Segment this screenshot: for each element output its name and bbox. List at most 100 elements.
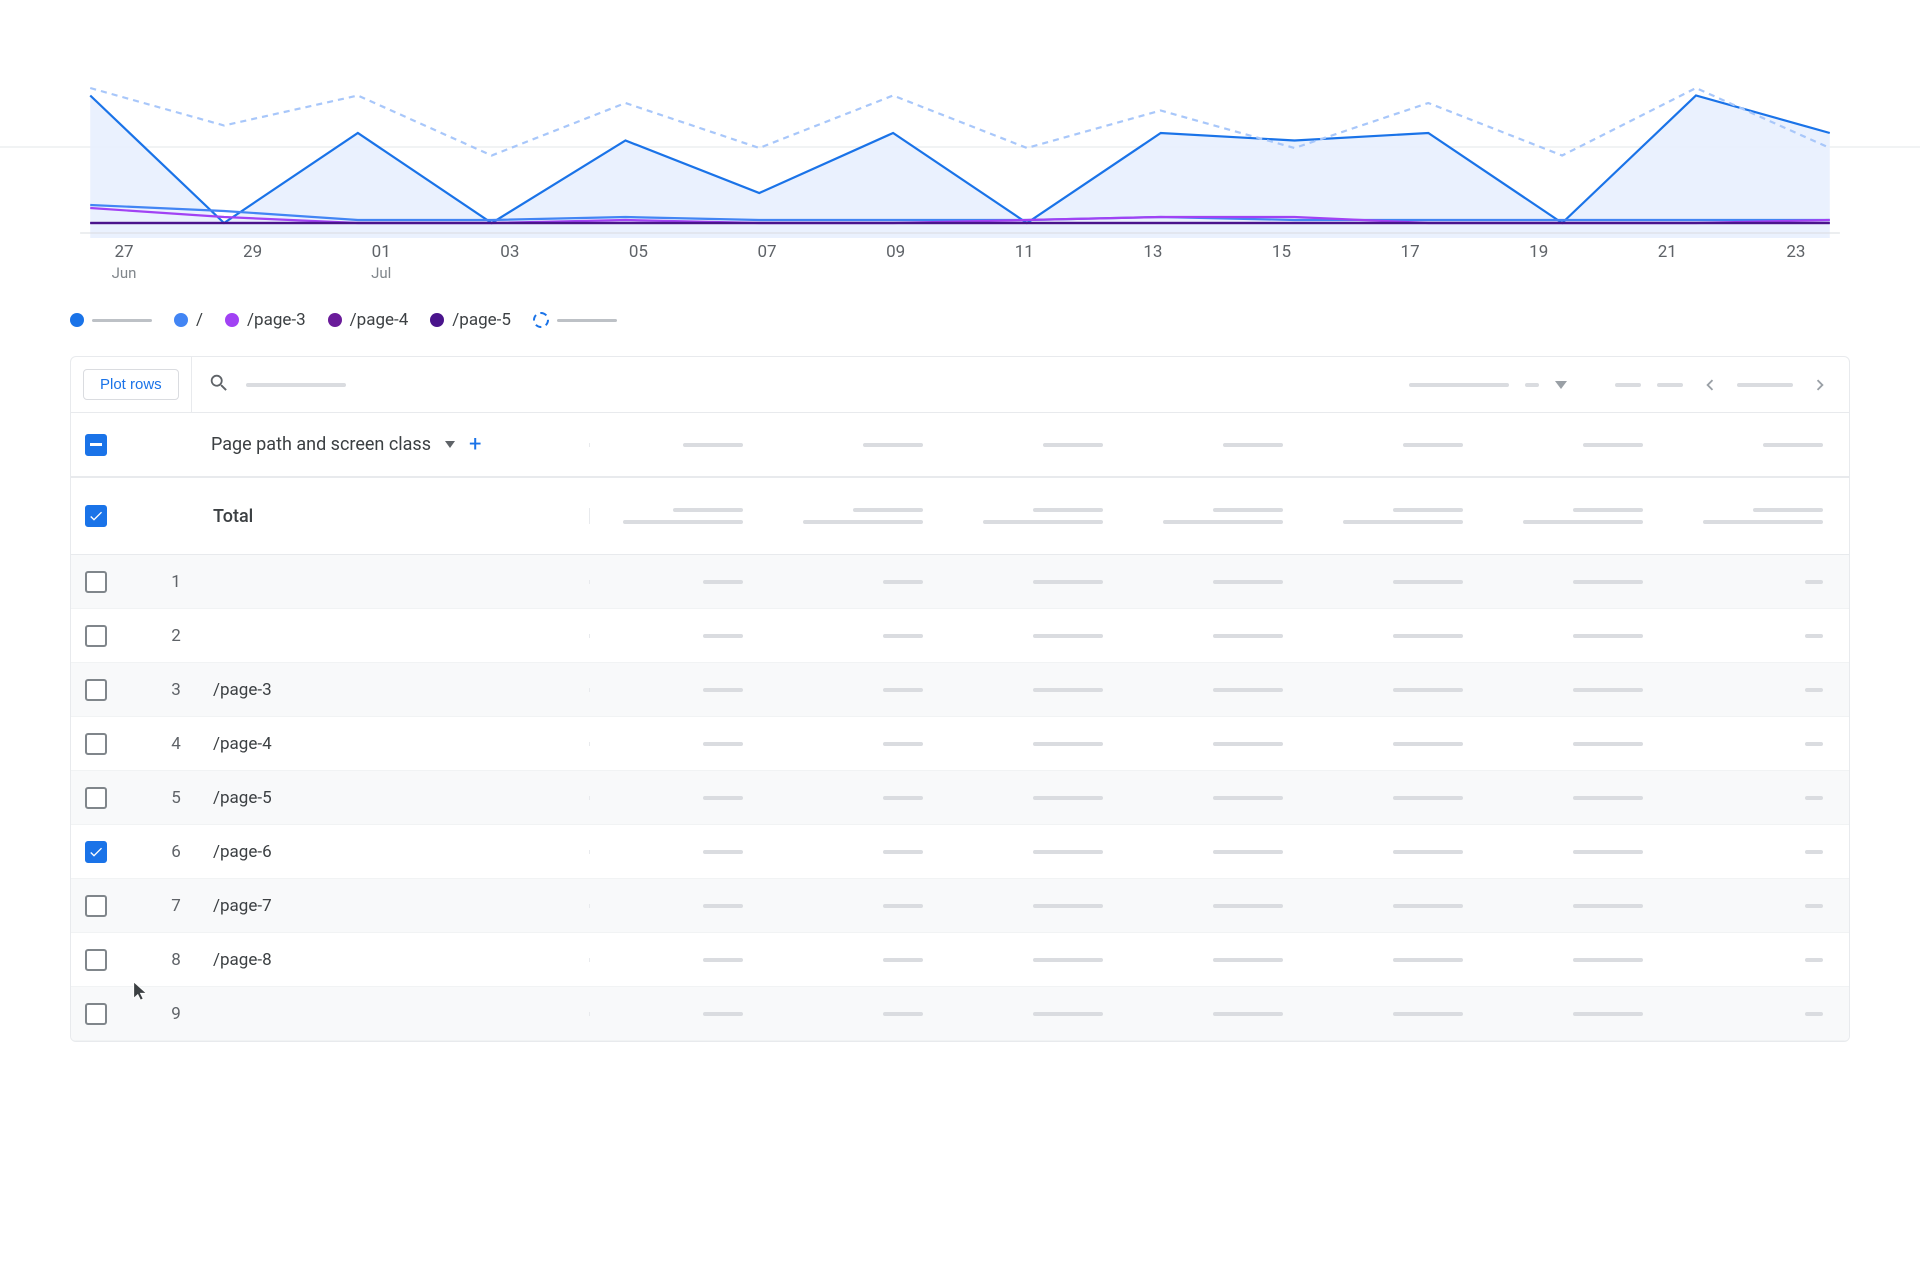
metric-cell [1489, 796, 1669, 800]
table-row[interactable]: 5/page-5 [71, 771, 1849, 825]
table-row[interactable]: 7/page-7 [71, 879, 1849, 933]
metric-cell [769, 1012, 949, 1016]
metric-cell [1309, 796, 1489, 800]
metric-cell [1669, 796, 1849, 800]
row-index: 5 [141, 788, 211, 808]
x-axis-tick: 27Jun [94, 242, 154, 282]
row-checkbox[interactable] [85, 895, 107, 917]
dashed-circle-icon [533, 312, 549, 328]
table-row[interactable]: 9 [71, 987, 1849, 1041]
table-row[interactable]: 3/page-3 [71, 663, 1849, 717]
legend-item-root: / [174, 310, 203, 330]
total-checkbox[interactable] [85, 505, 107, 527]
table-row[interactable]: 1 [71, 555, 1849, 609]
row-checkbox[interactable] [85, 787, 107, 809]
x-axis-tick: 07 [737, 242, 797, 282]
table-row[interactable]: 6/page-6 [71, 825, 1849, 879]
row-checkbox[interactable] [85, 625, 107, 647]
metric-cell [1489, 688, 1669, 692]
row-dimension-value: /page-4 [211, 734, 589, 754]
x-axis-tick: 13 [1123, 242, 1183, 282]
chevron-right-icon[interactable] [1809, 374, 1831, 396]
metric-cell [769, 580, 949, 584]
metric-cell [1309, 1012, 1489, 1016]
row-dimension-value: /page-6 [211, 842, 589, 862]
metric-cell [1489, 1012, 1669, 1016]
row-checkbox[interactable] [85, 571, 107, 593]
row-checkbox[interactable] [85, 679, 107, 701]
metric-cell [949, 688, 1129, 692]
metric-cell [1489, 634, 1669, 638]
legend-item-page5: /page-5 [430, 310, 511, 330]
metric-cell [769, 688, 949, 692]
legend-label: /page-4 [350, 310, 409, 330]
metric-cell [1309, 580, 1489, 584]
row-checkbox[interactable] [85, 1003, 107, 1025]
legend-item-comparison [533, 312, 617, 328]
metric-cell [949, 904, 1129, 908]
row-checkbox[interactable] [85, 841, 107, 863]
x-axis-tick: 01Jul [351, 242, 411, 282]
row-dimension-value: /page-8 [211, 950, 589, 970]
report-table: Plot rows [70, 356, 1850, 1042]
x-axis-tick: 23 [1766, 242, 1826, 282]
legend-item-page4: /page-4 [328, 310, 409, 330]
metric-cell [1129, 904, 1309, 908]
metric-cell [1489, 958, 1669, 962]
metric-cell [1669, 580, 1849, 584]
select-all-checkbox[interactable] [85, 434, 107, 456]
add-dimension-button[interactable]: + [469, 432, 481, 457]
rows-per-page-dropdown-icon[interactable] [1555, 381, 1567, 389]
row-index: 1 [141, 572, 211, 592]
metric-cell [1309, 742, 1489, 746]
metric-cell [1669, 742, 1849, 746]
legend-label: /page-5 [452, 310, 511, 330]
table-total-row: Total [71, 477, 1849, 555]
metric-cell [589, 850, 769, 854]
metric-cell [949, 1012, 1129, 1016]
x-axis-tick: 29 [223, 242, 283, 282]
row-index: 9 [141, 1004, 211, 1024]
metric-cell [769, 904, 949, 908]
metric-cell [949, 580, 1129, 584]
row-index: 8 [141, 950, 211, 970]
metric-cell [1309, 958, 1489, 962]
row-index: 4 [141, 734, 211, 754]
chevron-left-icon[interactable] [1699, 374, 1721, 396]
mouse-cursor-icon [130, 980, 152, 1002]
metric-cell [1309, 850, 1489, 854]
x-axis-tick: 21 [1637, 242, 1697, 282]
row-checkbox[interactable] [85, 733, 107, 755]
table-row[interactable]: 4/page-4 [71, 717, 1849, 771]
metric-cell [589, 1012, 769, 1016]
metric-cell [1309, 904, 1489, 908]
row-dimension-value: /page-7 [211, 896, 589, 916]
metric-cell [589, 742, 769, 746]
table-row[interactable]: 8/page-8 [71, 933, 1849, 987]
metric-cell [589, 580, 769, 584]
metric-cell [949, 634, 1129, 638]
metric-cell [949, 796, 1129, 800]
metric-cell [769, 742, 949, 746]
metric-cell [1129, 742, 1309, 746]
metric-cell [769, 796, 949, 800]
metric-cell [1669, 1012, 1849, 1016]
row-index: 2 [141, 626, 211, 646]
table-header-row: Page path and screen class + [71, 413, 1849, 477]
metric-cell [1309, 688, 1489, 692]
legend-item-page3: /page-3 [225, 310, 306, 330]
table-row[interactable]: 2 [71, 609, 1849, 663]
x-axis-tick: 03 [480, 242, 540, 282]
plot-rows-button[interactable]: Plot rows [83, 369, 179, 400]
row-dimension-value: /page-3 [211, 680, 589, 700]
metric-cell [949, 958, 1129, 962]
time-series-chart: 27Jun2901Jul0305070911131517192123 / /pa… [70, 78, 1850, 308]
table-search[interactable] [191, 357, 362, 412]
row-checkbox[interactable] [85, 949, 107, 971]
metric-cell [1489, 850, 1669, 854]
legend-label: / [196, 310, 203, 330]
row-dimension-value: /page-5 [211, 788, 589, 808]
dimension-picker[interactable]: Page path and screen class [211, 434, 431, 455]
x-axis-tick: 19 [1509, 242, 1569, 282]
metric-cell [769, 850, 949, 854]
